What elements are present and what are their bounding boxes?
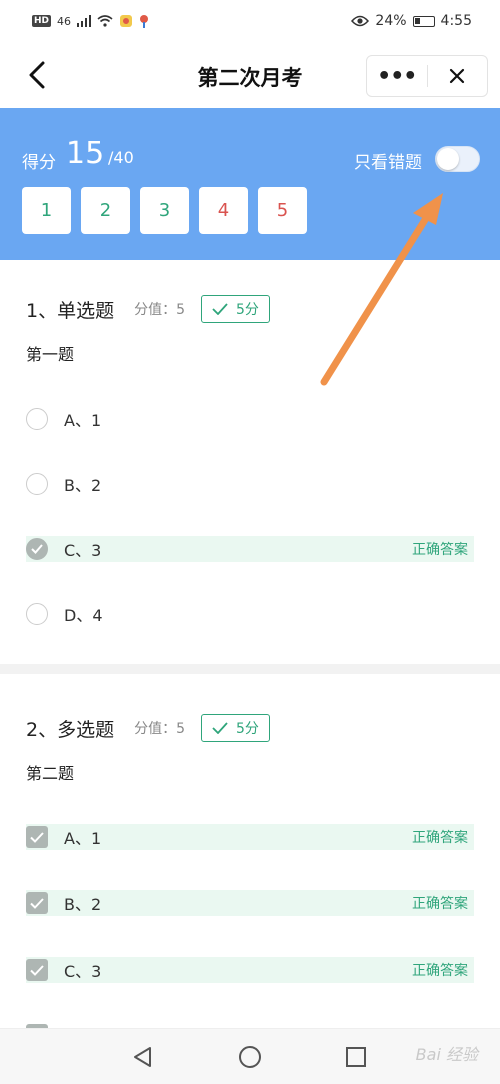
option-b[interactable]: B、2 正确答案	[26, 890, 474, 916]
nav-back-button[interactable]	[129, 1043, 157, 1071]
check-icon	[30, 831, 44, 843]
question-nav-1[interactable]: 1	[22, 187, 71, 234]
earned-score: 5分	[236, 721, 259, 737]
option-label: B、2	[64, 476, 102, 495]
correct-answer-tag: 正确答案	[412, 542, 468, 558]
earned-score-badge: 5分	[201, 295, 270, 323]
battery-percent: 24%	[375, 13, 407, 29]
nav-recents-button[interactable]	[342, 1043, 370, 1071]
question-nav-2[interactable]: 2	[81, 187, 130, 234]
radio-checked[interactable]	[26, 538, 48, 560]
score-label: 得分	[22, 153, 56, 173]
question-text: 第一题	[26, 345, 75, 364]
location-icon	[140, 15, 149, 28]
check-icon	[30, 897, 44, 909]
option-label: D、4	[64, 606, 103, 625]
triangle-back-icon	[134, 1047, 151, 1067]
toggle-knob	[437, 148, 459, 170]
nav-home-button[interactable]	[236, 1043, 264, 1071]
option-a[interactable]: A、1	[26, 406, 474, 432]
status-bar: HD 46 24% 4:55	[0, 0, 500, 42]
question-nav-4[interactable]: 4	[199, 187, 248, 234]
question-text: 第二题	[26, 764, 75, 783]
radio-unchecked[interactable]	[26, 473, 48, 495]
section-divider	[0, 664, 500, 674]
radio-unchecked[interactable]	[26, 408, 48, 430]
score-total: /40	[108, 148, 134, 167]
mini-program-capsule: •••	[366, 55, 488, 97]
wrong-only-toggle[interactable]	[435, 146, 480, 172]
close-button[interactable]	[427, 56, 487, 96]
signal-icon	[77, 15, 92, 27]
radio-unchecked[interactable]	[26, 603, 48, 625]
wrong-only-label: 只看错题	[354, 153, 422, 173]
eye-icon	[351, 15, 370, 27]
option-label: A、1	[64, 411, 102, 430]
option-a[interactable]: A、1 正确答案	[26, 824, 474, 850]
checkbox-checked[interactable]	[26, 826, 48, 848]
circle-home-icon	[239, 1046, 261, 1068]
option-b[interactable]: B、2	[26, 471, 474, 497]
correct-answer-tag: 正确答案	[412, 896, 468, 912]
network-label: 46	[57, 14, 72, 28]
question-1-header: 1、单选题 分值：5 5分	[26, 295, 270, 323]
square-recents-icon	[346, 1047, 366, 1067]
question-2-header: 2、多选题 分值：5 5分	[26, 714, 270, 742]
correct-answer-tag: 正确答案	[412, 830, 468, 846]
score-value: 15	[66, 136, 105, 171]
question-nav-3[interactable]: 3	[140, 187, 189, 234]
app-notification-icon	[120, 15, 133, 27]
question-nav-5[interactable]: 5	[258, 187, 307, 234]
option-c[interactable]: C、3 正确答案	[26, 536, 474, 562]
check-icon	[31, 544, 43, 554]
wifi-icon	[97, 15, 113, 27]
option-label: C、3	[64, 541, 102, 560]
option-label: B、2	[64, 895, 102, 914]
header: 第二次月考 •••	[0, 42, 500, 108]
question-score: 分值：5	[134, 302, 186, 318]
check-icon	[212, 303, 228, 315]
question-score: 分值：5	[134, 721, 186, 737]
checkbox-checked[interactable]	[26, 959, 48, 981]
correct-answer-tag: 正确答案	[412, 963, 468, 979]
option-c[interactable]: C、3 正确答案	[26, 957, 474, 983]
hd-icon: HD	[32, 15, 52, 27]
option-label: C、3	[64, 962, 102, 981]
clock: 4:55	[440, 13, 472, 29]
earned-score: 5分	[236, 302, 259, 318]
checkbox-checked[interactable]	[26, 892, 48, 914]
option-label: A、1	[64, 829, 102, 848]
option-d[interactable]: D、4	[26, 601, 474, 627]
battery-icon	[412, 15, 435, 27]
earned-score-badge: 5分	[201, 714, 270, 742]
check-icon	[212, 722, 228, 734]
close-icon	[450, 68, 465, 84]
question-title: 2、多选题	[26, 718, 115, 741]
question-title: 1、单选题	[26, 299, 115, 322]
score-panel: 得分 15 /40 只看错题 1 2 3 4 5	[0, 108, 500, 260]
check-icon	[30, 964, 44, 976]
more-button[interactable]: •••	[367, 56, 427, 96]
question-navigator: 1 2 3 4 5	[22, 187, 307, 234]
watermark-logo: Bai 经验	[415, 1045, 478, 1064]
